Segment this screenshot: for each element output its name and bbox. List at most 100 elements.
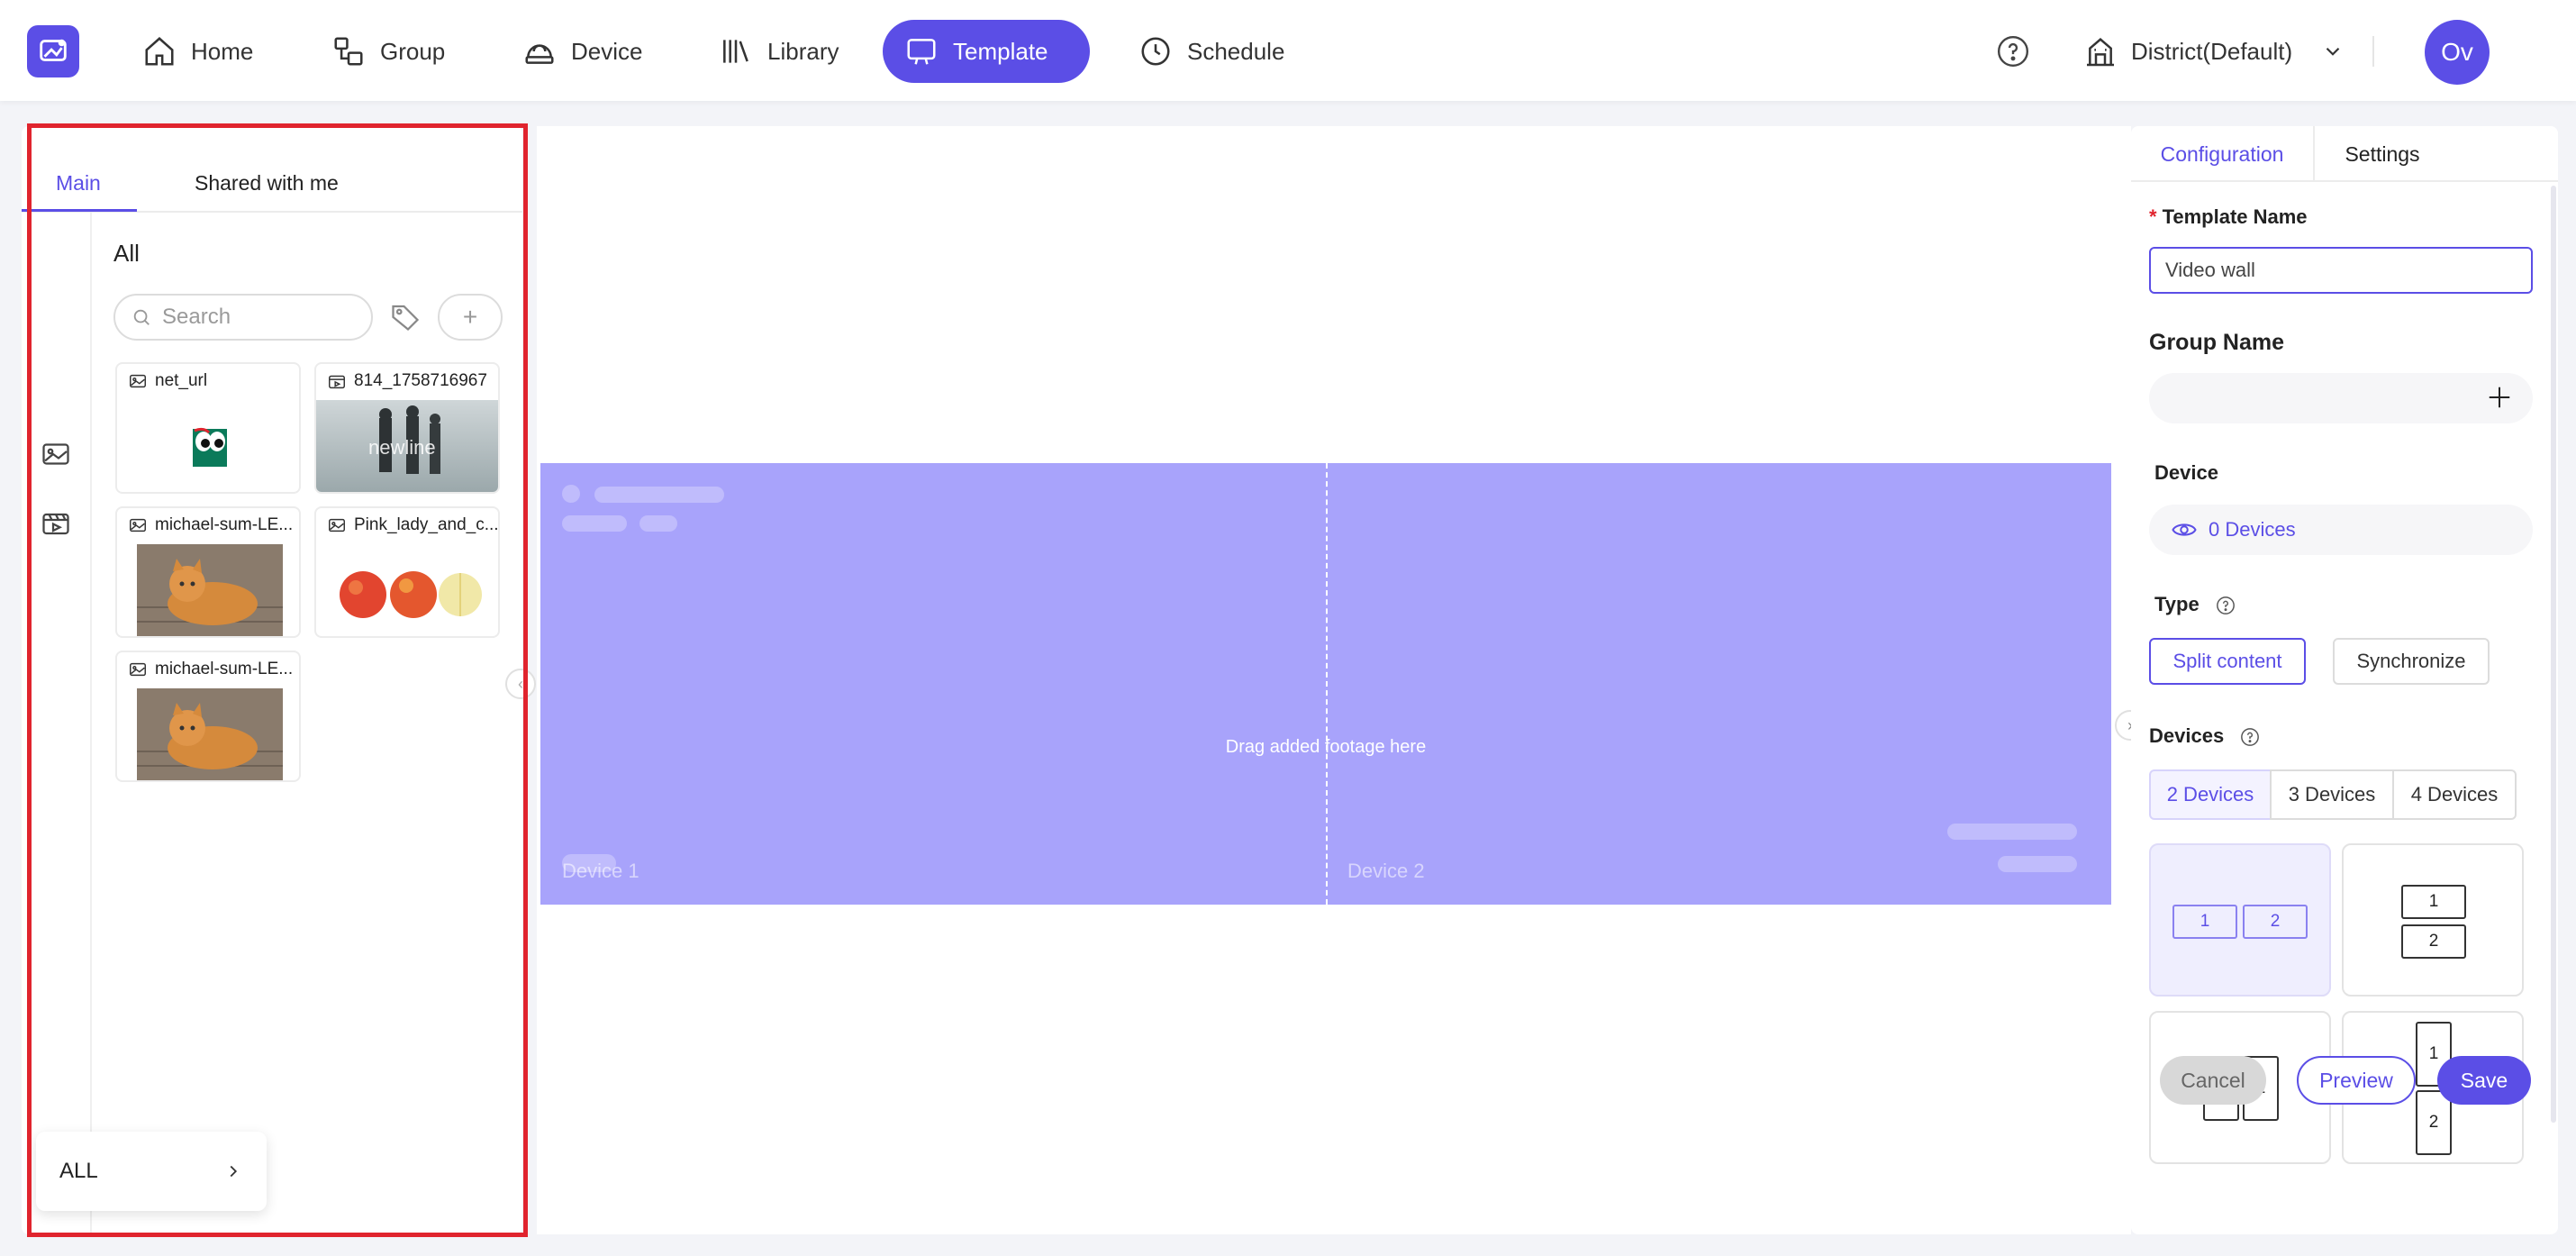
- tab-main-underline: [22, 209, 137, 212]
- search-box[interactable]: [113, 294, 373, 341]
- asset-card[interactable]: michael-sum-LE...: [115, 651, 301, 782]
- district-label: District(Default): [2131, 37, 2293, 65]
- device-selector[interactable]: 0 Devices: [2149, 505, 2533, 555]
- skeleton: [1998, 856, 2077, 872]
- nav-home[interactable]: Home: [121, 20, 275, 83]
- asset-card[interactable]: michael-sum-LE...: [115, 506, 301, 638]
- image-filter-icon[interactable]: [40, 438, 72, 470]
- library-icon: [723, 40, 748, 63]
- add-asset-button[interactable]: +: [438, 294, 503, 341]
- template-name-input[interactable]: [2149, 247, 2533, 294]
- asset-card[interactable]: 814_1758716967 newline: [314, 362, 500, 494]
- asset-thumbnail: [137, 688, 283, 780]
- preview-button[interactable]: Preview: [2297, 1056, 2416, 1105]
- video-wall-preview[interactable]: Drag added footage here Device 1 Device …: [540, 463, 2111, 905]
- tab-main[interactable]: Main: [56, 171, 101, 196]
- asset-card[interactable]: net_url: [115, 362, 301, 494]
- district-selector[interactable]: District(Default): [2082, 31, 2345, 72]
- video-filter-icon[interactable]: [40, 506, 72, 539]
- nav-schedule-label: Schedule: [1187, 37, 1285, 65]
- asset-name: 814_1758716967: [354, 371, 487, 390]
- collapse-left-panel-button[interactable]: ‹: [505, 669, 536, 699]
- devices-4-button[interactable]: 4 Devices: [2392, 769, 2517, 820]
- config-scrollbar[interactable]: [2551, 186, 2556, 1123]
- asset-card[interactable]: Pink_lady_and_c...: [314, 506, 500, 638]
- asset-thumbnail: [336, 544, 482, 636]
- media-type-rail: [22, 213, 92, 1234]
- plus-icon[interactable]: [2486, 384, 2513, 411]
- devices-3-button[interactable]: 3 Devices: [2270, 769, 2394, 820]
- chevron-down-icon: [2326, 47, 2340, 56]
- config-tabs: Configuration Settings: [2131, 126, 2558, 182]
- library-tabs: Main Shared with me: [22, 126, 522, 213]
- layout-cell: 1: [2172, 905, 2237, 939]
- device-1-label: Device 1: [562, 860, 639, 882]
- video-icon: [329, 375, 345, 389]
- nav-group-label: Group: [380, 37, 446, 65]
- avatar[interactable]: Ov: [2425, 20, 2490, 85]
- nav-schedule[interactable]: Schedule: [1117, 20, 1306, 83]
- image-icon: [130, 662, 146, 677]
- chevron-right-icon: [230, 1165, 238, 1178]
- template-name-label: * Template Name: [2149, 205, 2308, 228]
- image-icon: [329, 518, 345, 532]
- layout-cell: 1: [2401, 885, 2466, 919]
- drop-hint: Drag added footage here: [1225, 737, 1427, 757]
- type-synchronize-button[interactable]: Synchronize: [2333, 638, 2490, 685]
- cancel-button[interactable]: Cancel: [2160, 1056, 2266, 1105]
- type-label: Type: [2154, 593, 2236, 616]
- layout-option[interactable]: 1 2: [2342, 843, 2524, 997]
- tag-icon[interactable]: [389, 301, 422, 333]
- asset-header: Pink_lady_and_c...: [316, 508, 498, 542]
- help-icon[interactable]: [2240, 727, 2260, 747]
- asset-header: net_url: [117, 364, 299, 398]
- divider: [2372, 36, 2374, 67]
- layout-cell: 2: [2243, 905, 2308, 939]
- layout-option[interactable]: 1 2: [2149, 843, 2331, 997]
- nav-template[interactable]: Template: [883, 20, 1090, 83]
- group-name-field[interactable]: [2149, 373, 2533, 423]
- nav-home-label: Home: [191, 37, 254, 65]
- save-button[interactable]: Save: [2437, 1056, 2531, 1105]
- type-split-content-button[interactable]: Split content: [2149, 638, 2306, 685]
- tab-shared-with-me[interactable]: Shared with me: [195, 171, 339, 196]
- devices-label: Devices: [2149, 724, 2260, 748]
- asset-thumbnail: [193, 427, 227, 467]
- asset-header: michael-sum-LE...: [117, 508, 299, 542]
- help-icon[interactable]: [1996, 34, 2030, 68]
- nav-device-label: Device: [571, 37, 643, 65]
- devices-2-button[interactable]: 2 Devices: [2149, 769, 2272, 820]
- help-icon[interactable]: [2216, 596, 2236, 615]
- template-icon: [907, 39, 936, 65]
- search-input[interactable]: [162, 305, 360, 330]
- group-icon: [334, 37, 363, 66]
- nav-group[interactable]: Group: [310, 20, 467, 83]
- nav-device[interactable]: Device: [501, 20, 664, 83]
- nav-library[interactable]: Library: [697, 20, 860, 83]
- folder-dropdown[interactable]: ALL: [36, 1132, 267, 1211]
- top-nav-bar: Home Group Device Library Template Sched…: [0, 0, 2576, 101]
- folder-dropdown-label: ALL: [59, 1159, 98, 1183]
- skeleton: [562, 485, 580, 503]
- asset-thumbnail: [137, 544, 283, 636]
- search-icon: [133, 309, 150, 325]
- building-icon: [2087, 38, 2114, 67]
- asset-name: Pink_lady_and_c...: [354, 515, 498, 534]
- eye-icon: [2172, 523, 2197, 536]
- asset-name: michael-sum-LE...: [155, 660, 294, 678]
- tab-settings[interactable]: Settings: [2315, 126, 2450, 182]
- nav-library-label: Library: [767, 37, 839, 65]
- clock-icon: [1141, 37, 1170, 66]
- video-watermark: newline: [368, 436, 436, 459]
- image-icon: [130, 374, 146, 388]
- nav-template-label: Template: [953, 37, 1048, 65]
- app-logo-icon[interactable]: [27, 25, 79, 77]
- device-label: Device: [2154, 461, 2218, 484]
- device-icon: [525, 44, 554, 64]
- group-name-label: Group Name: [2149, 330, 2285, 355]
- home-icon: [145, 37, 174, 66]
- tab-configuration[interactable]: Configuration: [2131, 126, 2315, 182]
- asset-thumbnail: newline: [316, 400, 498, 492]
- device-split-line: [1326, 463, 1328, 905]
- asset-header: michael-sum-LE...: [117, 652, 299, 687]
